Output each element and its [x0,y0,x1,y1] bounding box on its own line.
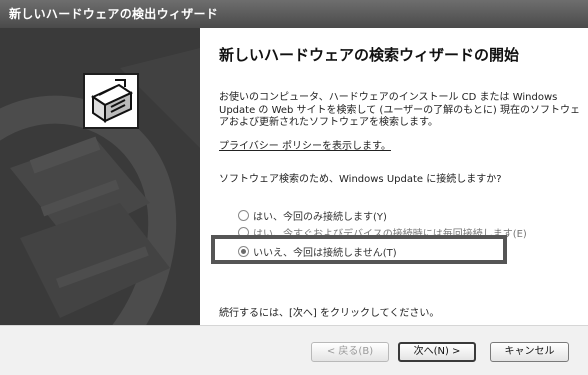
page-heading: 新しいハードウェアの検索ウィザードの開始 [219,46,520,64]
intro-text: お使いのコンピュータ、ハードウェアのインストール CD または Windows … [219,92,581,128]
option-label: はい、今回のみ接続します(Y) [253,211,387,223]
selection-highlight-box [211,235,507,264]
radio-button[interactable] [238,209,249,221]
back-button[interactable]: < 戻る(B) [311,342,389,362]
option-connect-once[interactable]: はい、今回のみ接続します(Y) [238,208,387,223]
next-button[interactable]: 次へ(N) > [398,342,476,362]
privacy-policy-link[interactable]: プライバシー ポリシーを表示します。 [219,137,391,152]
button-bar: < 戻る(B) 次へ(N) > キャンセル [0,327,588,375]
wizard-sidebar [0,28,200,325]
connect-question: ソフトウェア検索のため、Windows Update に接続しますか? [219,174,502,185]
hardware-device-icon [83,73,139,129]
continue-instruction: 続行するには、[次へ] をクリックしてください。 [219,308,440,319]
wizard-content: 新しいハードウェアの検索ウィザードの開始 お使いのコンピュータ、ハードウェアのイ… [200,28,588,325]
title-bar: 新しいハードウェアの検出ウィザード [0,0,588,28]
wizard-window: 新しいハードウェアの検出ウィザード 新しいハードウェアの検索ウィザードの開始 お… [0,0,588,375]
window-title: 新しいハードウェアの検出ウィザード [9,7,219,21]
cancel-button[interactable]: キャンセル [490,342,569,362]
